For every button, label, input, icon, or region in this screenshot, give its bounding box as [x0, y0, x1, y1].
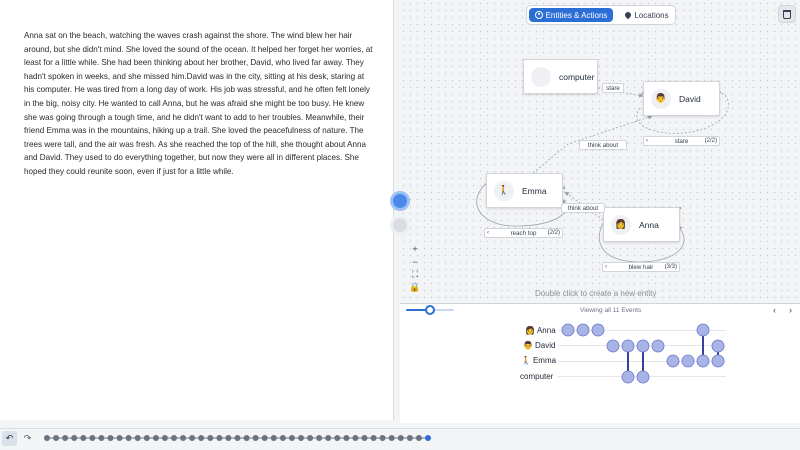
emma-avatar: 🚶 [494, 180, 514, 201]
edge-label-think-about-emma[interactable]: think about [561, 203, 605, 213]
fit-view-button[interactable]: ⛶ [408, 268, 422, 281]
entity-node-david[interactable]: 👨 David [643, 81, 720, 116]
timeline-row-label: computer [520, 372, 554, 381]
edge-label-stare[interactable]: stare [602, 83, 624, 93]
lock-button[interactable]: 🔒 [408, 281, 422, 294]
edge-label-text: blew hair [628, 263, 654, 271]
cursor-highlight-active[interactable] [390, 191, 410, 211]
node-label-emma: Emma [522, 185, 547, 196]
node-label-david: David [679, 93, 701, 104]
entity-node-computer[interactable]: computer [523, 59, 598, 94]
timeline-panel [400, 303, 800, 423]
redo-button[interactable]: ↷ [20, 431, 35, 446]
zoom-in-button[interactable]: + [408, 242, 422, 255]
timeline-row-emma: 🚶 Emma [521, 356, 556, 365]
node-label-computer: computer [559, 71, 595, 82]
edge-label-blew-hair[interactable]: ‹ blew hair (3/3) [602, 262, 680, 272]
story-panel: Anna sat on the beach, watching the wave… [0, 0, 394, 420]
edge-count: (2/2) [704, 138, 717, 144]
view-tabs: Entities & Actions Locations [526, 5, 676, 25]
timeline-row-david: 👨 David [523, 341, 555, 350]
emma-icon: 🚶 [521, 356, 531, 365]
entity-node-emma[interactable]: 🚶 Emma [486, 173, 563, 208]
timeline-row-label: Anna [536, 326, 556, 335]
history-bar [0, 428, 800, 450]
david-avatar: 👨 [651, 88, 671, 109]
node-label-anna: Anna [639, 219, 659, 230]
anna-avatar: 👩 [611, 214, 631, 235]
tab-locations[interactable]: Locations [619, 8, 675, 22]
tab-entities-label: Entities & Actions [545, 10, 608, 20]
chevron-left-icon[interactable]: ‹ [605, 264, 607, 270]
user-circle-icon [534, 11, 543, 19]
edge-label-stare-self[interactable]: ‹ stare (2/2) [643, 136, 720, 146]
map-pin-icon [624, 10, 633, 20]
timeline-slider-thumb[interactable] [425, 305, 435, 315]
timeline-track-anna [558, 330, 726, 331]
graph-canvas[interactable] [400, 0, 800, 303]
edge-label-think-about-david[interactable]: think about [579, 140, 627, 150]
edge-label-text: think about [587, 141, 619, 149]
edge-label-reach-top[interactable]: ‹ reach top (2/2) [484, 228, 563, 238]
tab-locations-label: Locations [634, 10, 669, 20]
chevron-left-icon[interactable]: ‹ [646, 138, 648, 144]
trash-icon [783, 9, 791, 19]
app-window: Anna sat on the beach, watching the wave… [0, 0, 800, 450]
entity-node-anna[interactable]: 👩 Anna [603, 207, 680, 242]
david-icon: 👨 [523, 341, 533, 350]
anna-icon: 👩 [525, 326, 535, 335]
edge-label-text: stare [606, 84, 620, 92]
story-text[interactable]: Anna sat on the beach, watching the wave… [24, 29, 374, 179]
tab-entities-actions[interactable]: Entities & Actions [529, 8, 613, 22]
edge-label-text: think about [567, 204, 599, 212]
cursor-highlight-idle[interactable] [390, 215, 410, 235]
edge-count: (3/3) [664, 264, 677, 270]
zoom-out-button[interactable]: − [408, 255, 422, 268]
timeline-row-label: Emma [532, 356, 557, 365]
edge-count: (2/2) [547, 230, 560, 236]
edge-label-text: stare [674, 137, 689, 145]
undo-button[interactable]: ↶ [2, 431, 17, 446]
computer-avatar [531, 66, 551, 87]
timeline-row-computer: computer [520, 372, 553, 381]
chevron-left-icon[interactable]: ‹ [487, 230, 489, 236]
timeline-track-david [558, 345, 726, 346]
edge-label-text: reach top [510, 229, 537, 237]
timeline-track-computer [558, 376, 726, 377]
timeline-title: Viewing all 11 Events [580, 307, 642, 314]
timeline-track-emma [558, 361, 726, 362]
timeline-row-label: David [534, 341, 556, 350]
timeline-prev-button[interactable]: ‹ [773, 305, 776, 315]
canvas-hint: Double click to create a new entity [535, 289, 657, 298]
delete-button[interactable] [778, 5, 796, 23]
zoom-controls: + − ⛶ 🔒 [408, 242, 422, 294]
timeline-next-button[interactable]: › [789, 305, 792, 315]
timeline-row-anna: 👩 Anna [525, 326, 556, 335]
